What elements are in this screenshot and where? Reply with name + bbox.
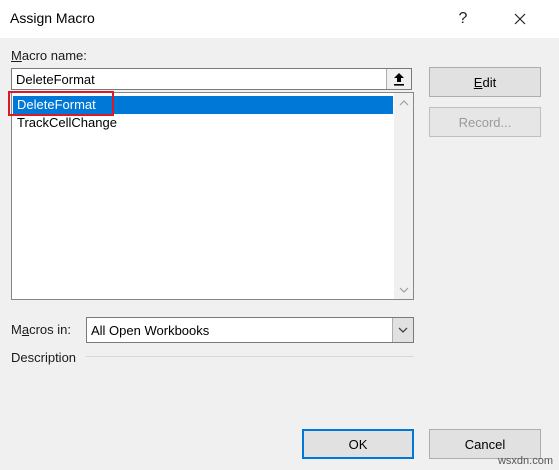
chevron-down-icon [399, 287, 408, 293]
macros-in-label-rest: cros in: [29, 322, 71, 337]
macro-name-label-rest: acro name: [21, 48, 87, 63]
macros-in-value: All Open Workbooks [91, 323, 210, 338]
watermark: wsxdn.com [497, 455, 553, 467]
macros-in-dropdown-button[interactable] [392, 318, 413, 342]
upload-arrow-icon [394, 73, 404, 86]
description-divider [86, 356, 414, 357]
annotation-highlight-box [8, 91, 114, 116]
chevron-up-icon [399, 99, 408, 105]
macro-name-value: DeleteFormat [16, 72, 95, 87]
macro-name-label: Macro name: [11, 48, 87, 63]
help-icon: ? [458, 10, 468, 27]
help-button[interactable]: ? [440, 0, 486, 38]
macros-in-label: Macros in: [11, 322, 71, 337]
chevron-down-icon [398, 327, 408, 333]
macros-in-select[interactable]: All Open Workbooks [86, 317, 414, 343]
macros-in-label-pre: M [11, 322, 22, 337]
macro-list[interactable]: DeleteFormat TrackCellChange [11, 92, 414, 300]
window-title: Assign Macro [10, 10, 95, 26]
assign-macro-dialog: Assign Macro ? Macro name: DeleteFormat … [0, 0, 559, 470]
macro-name-input[interactable]: DeleteFormat [11, 68, 412, 90]
edit-button[interactable]: Edit [429, 67, 541, 97]
close-button[interactable] [497, 0, 543, 38]
macros-in-label-accel: a [21, 322, 30, 337]
record-button[interactable]: Record... [429, 107, 541, 137]
scroll-down-button[interactable] [394, 280, 413, 299]
collapse-dialog-button[interactable] [386, 69, 411, 89]
list-scrollbar[interactable] [394, 93, 413, 299]
ok-button[interactable]: OK [302, 429, 414, 459]
macro-name-label-accel: M [11, 48, 22, 63]
title-bar: Assign Macro ? [0, 0, 559, 38]
list-item-trackcellchange[interactable]: TrackCellChange [13, 114, 393, 132]
close-icon [514, 13, 526, 25]
edit-button-rest: dit [482, 74, 497, 90]
scroll-up-button[interactable] [394, 93, 413, 112]
edit-button-accel: E [473, 74, 483, 90]
description-label: Description [11, 350, 77, 365]
